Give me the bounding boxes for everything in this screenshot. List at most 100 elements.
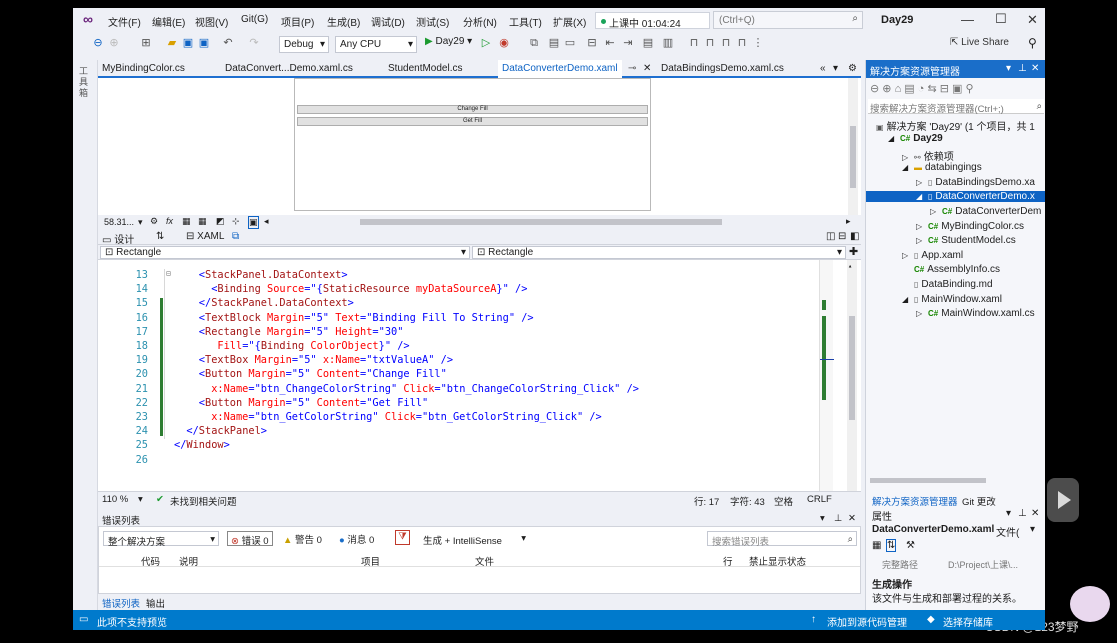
redo-icon[interactable]: ↷ — [247, 36, 261, 50]
dropdown-icon[interactable]: ▾ — [820, 513, 825, 524]
chevron-up-icon[interactable]: ▴ — [848, 262, 852, 270]
pin-icon[interactable]: ⊥ — [1018, 63, 1027, 74]
close-icon[interactable]: ✕ — [1031, 508, 1039, 519]
minimize-icon[interactable]: — — [961, 12, 974, 27]
pin-icon[interactable]: ⊥ — [1018, 508, 1027, 519]
eol-mode[interactable]: CRLF — [807, 494, 832, 505]
layout-grid-icon[interactable]: ▦ — [182, 216, 191, 227]
bookmark-icon[interactable]: ⊓ — [687, 36, 701, 50]
tree-item[interactable]: ◢ ▬ databingings — [866, 162, 1045, 173]
platform-select[interactable]: Any CPU ▾ — [335, 36, 417, 53]
tab-output[interactable]: 输出 — [146, 596, 165, 610]
snap-lines-icon[interactable]: ⊹ — [232, 216, 240, 227]
categorized-icon[interactable]: ▦ — [872, 540, 881, 551]
tree-item[interactable]: ◢ C# Day29 — [866, 133, 1045, 144]
collapsed-arrow-icon[interactable]: ▷ — [902, 153, 914, 162]
collapse-icon[interactable]: ⊟ — [166, 269, 171, 278]
scroll-left-icon[interactable]: ◂ — [264, 216, 269, 227]
bookmark-next-icon[interactable]: ⊓ — [719, 36, 733, 50]
document-tab[interactable]: DataConvert...Demo.xaml.cs — [225, 63, 353, 74]
align-icon[interactable]: ⊟ — [585, 36, 599, 50]
dropdown-icon[interactable]: ▾ — [1006, 63, 1011, 74]
document-tab[interactable]: DataConverterDemo.xaml — [498, 60, 622, 78]
undo-icon[interactable]: ↶ — [221, 36, 235, 50]
add-icon[interactable]: ✚ — [849, 245, 858, 258]
settings-icon[interactable]: ⚙ — [848, 63, 857, 74]
whitespace-mode[interactable]: 空格 — [774, 494, 793, 508]
code-line[interactable]: <Button Margin="5" Content="Get Fill" — [199, 397, 428, 409]
menu-item[interactable]: 分析(N) — [463, 14, 497, 29]
issues-status[interactable]: 未找到相关问题 — [170, 494, 237, 508]
code-editor[interactable]: ⊟ 13 <StackPanel.DataContext> 14 <Binding S… — [98, 260, 861, 491]
code-line[interactable]: <TextBlock Margin="5" Text="Binding Fill… — [199, 312, 534, 324]
design-change-fill-button[interactable]: Change Fill — [297, 105, 648, 114]
close-icon[interactable]: ✕ — [848, 513, 856, 524]
new-project-icon[interactable]: ⊞ — [139, 36, 153, 50]
collapsed-arrow-icon[interactable]: ▷ — [916, 309, 928, 318]
snap-grid-icon[interactable]: ▦ — [198, 216, 207, 227]
scope-select[interactable]: 整个解决方案 ▾ — [103, 531, 219, 548]
document-tab[interactable]: DataBindingsDemo.xaml.cs — [661, 63, 784, 74]
expanded-arrow-icon[interactable]: ◢ — [902, 163, 914, 172]
save-icon[interactable]: ▣ — [181, 36, 195, 50]
tree-item[interactable]: ▷ ⚯ 依赖项 — [866, 148, 1045, 163]
filter-icon[interactable]: ⧩ — [395, 530, 410, 545]
sync-icon[interactable]: ⇆ — [927, 83, 936, 95]
open-folder-icon[interactable]: ▰ — [165, 36, 179, 50]
menu-item[interactable]: 编辑(E) — [152, 14, 185, 29]
scroll-thumb[interactable] — [850, 126, 856, 188]
error-column-header[interactable]: 禁止显示状态 — [749, 554, 806, 568]
collapsed-arrow-icon[interactable]: ▷ — [916, 178, 928, 187]
collapse-pane-icon[interactable]: ◧ — [850, 231, 859, 242]
show-all-icon[interactable]: ▣ — [952, 83, 962, 95]
code-line[interactable]: <TextBox Margin="5" x:Name="txtValueA" /… — [199, 354, 453, 366]
code-line[interactable]: <StackPanel.DataContext> — [199, 269, 348, 281]
code-line[interactable]: <Rectangle Margin="5" Height="30" — [199, 326, 404, 338]
menu-item[interactable]: 项目(P) — [281, 14, 314, 29]
pending-changes-icon[interactable]: ◔ — [918, 83, 925, 95]
device-icon[interactable]: ▣ — [248, 216, 259, 229]
tree-item[interactable]: ◢ ▯ DataConverterDemo.x — [866, 191, 1045, 203]
pin-icon[interactable]: ⊥ — [834, 513, 842, 524]
tree-item[interactable]: ◢ ▯ MainWindow.xaml — [866, 294, 1045, 305]
properties-icon[interactable]: ⚲ — [966, 83, 974, 95]
tree-solution[interactable]: ▣ 解决方案 'Day29' (1 个项目，共 1 — [876, 118, 1035, 133]
outdent-icon[interactable]: ⇥ — [621, 36, 635, 50]
se-search-input[interactable]: 搜索解决方案资源管理器(Ctrl+;) ⌕ — [868, 99, 1044, 115]
artboard-icon[interactable]: ◩ — [216, 216, 225, 227]
menu-item[interactable]: Git(G) — [241, 14, 268, 25]
alphabetical-icon[interactable]: ⇅ — [886, 539, 897, 552]
menu-item[interactable]: 测试(S) — [416, 14, 449, 29]
switch-view-icon[interactable]: ▤ — [904, 83, 914, 95]
tree-item[interactable]: ▯ DataBinding.md — [866, 279, 1045, 290]
document-tab[interactable]: MyBindingColor.cs — [102, 63, 185, 74]
menu-item[interactable]: 工具(T) — [509, 14, 542, 29]
expanded-arrow-icon[interactable]: ◢ — [888, 134, 900, 143]
format-icon[interactable]: ▭ — [563, 36, 577, 50]
start-button[interactable]: ▶ Day29 ▾ — [425, 36, 472, 47]
back-icon[interactable]: ⊖ — [870, 83, 879, 95]
dropdown-icon[interactable]: ▾ — [1006, 508, 1011, 519]
menu-item[interactable]: 生成(B) — [327, 14, 360, 29]
home-icon[interactable]: ⌂ — [895, 83, 902, 95]
search-box[interactable]: (Ctrl+Q) ⌕ — [713, 11, 863, 29]
hot-reload-icon[interactable]: ◉ — [497, 36, 511, 50]
close-icon[interactable]: ✕ — [1027, 12, 1038, 28]
scroll-tabs-left-icon[interactable]: « — [820, 63, 826, 74]
collapsed-arrow-icon[interactable]: ▷ — [916, 236, 928, 245]
xaml-tab[interactable]: ⊟ XAML — [186, 231, 224, 242]
tree-item[interactable]: ▷ C# MainWindow.xaml.cs — [866, 308, 1045, 319]
feedback-icon[interactable]: ⚲ — [1028, 36, 1037, 50]
menu-item[interactable]: 调试(D) — [371, 14, 405, 29]
nav-left-select[interactable]: ⊡ Rectangle ▾ — [100, 246, 470, 259]
expanded-arrow-icon[interactable]: ◢ — [916, 192, 928, 201]
expanded-arrow-icon[interactable]: ◢ — [902, 295, 914, 304]
error-column-header[interactable]: 项目 — [361, 554, 380, 568]
chevron-down-icon[interactable]: ▾ — [138, 217, 143, 228]
swap-panes-icon[interactable]: ⇅ — [156, 231, 164, 242]
document-tab[interactable]: StudentModel.cs — [388, 63, 463, 74]
tree-item[interactable]: ▷ ▯ DataBindingsDemo.xa — [866, 177, 1045, 188]
bookmark-prev-icon[interactable]: ⊓ — [703, 36, 717, 50]
fx-icon[interactable]: fx — [166, 216, 173, 226]
play-overlay-button[interactable] — [1047, 478, 1079, 522]
